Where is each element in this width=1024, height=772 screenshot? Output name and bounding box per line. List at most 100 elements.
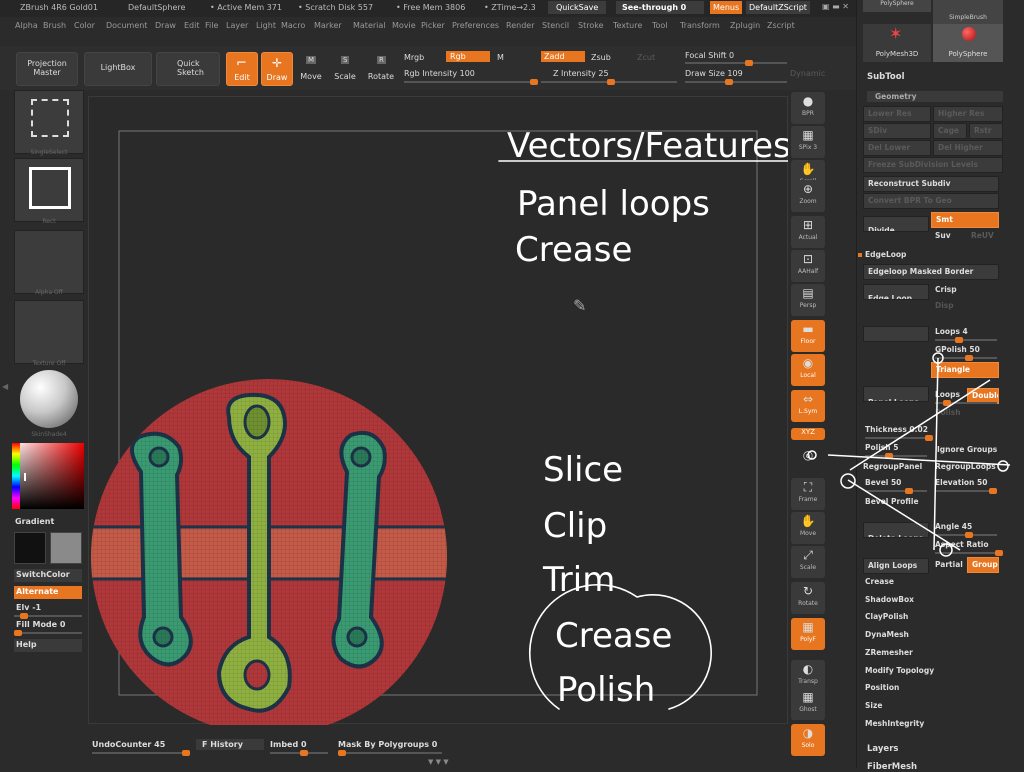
convert-bpr-button[interactable]: Convert BPR To Geo	[863, 193, 999, 209]
elv-track[interactable]	[14, 613, 82, 619]
document-canvas[interactable]: Vectors/Features Panel loops Crease Slic…	[88, 96, 842, 735]
geometry-position-subpalette[interactable]: Position	[865, 683, 899, 692]
angle-slider[interactable]: Angle 45	[935, 522, 972, 531]
suv-toggle[interactable]: Suv	[931, 229, 965, 245]
window-controls[interactable]: ▣ ▬ ✕	[822, 2, 849, 11]
slider-handle[interactable]	[965, 532, 973, 538]
mrgb-button[interactable]: Mrgb	[404, 53, 424, 62]
undo-counter-slider[interactable]: UndoCounter 45	[92, 740, 165, 749]
slider-handle[interactable]	[955, 337, 963, 343]
brush-thumbnail[interactable]	[14, 90, 84, 154]
slider-handle[interactable]	[300, 750, 308, 756]
menu-edit[interactable]: Edit	[184, 21, 200, 30]
slider-handle[interactable]	[14, 630, 22, 636]
menu-document[interactable]: Document	[106, 21, 147, 30]
menu-texture[interactable]: Texture	[613, 21, 642, 30]
shelf-frame-button[interactable]: ⛶ Frame	[791, 478, 825, 510]
ignore-groups-toggle[interactable]: Ignore Groups	[937, 445, 997, 454]
slider-handle[interactable]	[530, 79, 538, 85]
rstr-button[interactable]: Rstr	[969, 123, 1003, 139]
elevation-slider[interactable]: Elevation 50	[935, 478, 987, 487]
cage-button[interactable]: Cage	[933, 123, 967, 139]
del-higher-button[interactable]: Del Higher	[933, 140, 1003, 156]
menu-transform[interactable]: Transform	[680, 21, 720, 30]
polish-slider[interactable]: Polish 5	[865, 443, 898, 452]
loops-4-slider[interactable]: Loops 4	[935, 327, 968, 336]
draw-button[interactable]: ✛ Draw	[261, 52, 293, 86]
tool-thumb-top-1[interactable]: PolySphere	[863, 0, 931, 12]
stroke-thumbnail[interactable]	[14, 158, 84, 222]
menus-button[interactable]: Menus	[710, 1, 743, 14]
rgb-intensity-slider[interactable]: Rgb Intensity 100	[404, 69, 475, 78]
quicksave-button[interactable]: QuickSave	[548, 1, 607, 14]
gpolish-slider[interactable]: GPolish 50	[935, 345, 980, 354]
tray-slider-track[interactable]	[935, 488, 997, 494]
slider-handle[interactable]	[905, 488, 913, 494]
rotate-button[interactable]: R Rotate	[366, 52, 396, 86]
shelf-rotate-button[interactable]: ↻ Rotate	[791, 582, 825, 614]
higher-res-button[interactable]: Higher Res	[933, 106, 1003, 122]
geometry-header[interactable]: Geometry	[867, 91, 1003, 102]
main-color-swatch[interactable]	[14, 532, 46, 564]
edgeloop-masked-border-button[interactable]: Edgeloop Masked Border	[863, 264, 999, 280]
menu-preferences[interactable]: Preferences	[452, 21, 499, 30]
color-cursor[interactable]	[24, 473, 26, 481]
shelf-move-button[interactable]: ✋ Move	[791, 512, 825, 544]
tray-slider-track[interactable]	[935, 532, 997, 538]
disp-slider[interactable]: Disp	[935, 301, 954, 310]
draw-size-track[interactable]	[685, 79, 787, 85]
slider-handle[interactable]	[943, 400, 951, 406]
shelf-aahalf-button[interactable]: ⊡ AAHalf	[791, 250, 825, 282]
menu-zscript[interactable]: Zscript	[767, 21, 795, 30]
zcut-button[interactable]: Zcut	[637, 53, 655, 62]
menu-render[interactable]: Render	[506, 21, 534, 30]
mask-by-polygroups-track[interactable]	[338, 750, 442, 756]
menu-zplugin[interactable]: Zplugin	[730, 21, 760, 30]
tray-slider-track[interactable]	[935, 337, 997, 343]
menu-material[interactable]: Material	[353, 21, 386, 30]
panel-loops-button[interactable]: Panel Loops	[863, 386, 929, 402]
triangle-toggle[interactable]: Triangle	[931, 362, 999, 378]
edit-button[interactable]: ⌐ Edit	[226, 52, 258, 86]
menu-stroke[interactable]: Stroke	[578, 21, 604, 30]
edge-loop-button[interactable]: Edge Loop	[863, 284, 929, 300]
menu-brush[interactable]: Brush	[43, 21, 66, 30]
switch-color-button[interactable]: SwitchColor	[14, 569, 82, 582]
rgb-button[interactable]: Rgb	[446, 51, 490, 62]
m-button[interactable]: M	[497, 53, 504, 62]
fill-mode-slider[interactable]: Fill Mode 0	[16, 620, 65, 629]
quick-sketch-button[interactable]: Quick Sketch	[156, 52, 220, 86]
aspect-ratio-slider[interactable]: Aspect Ratio	[935, 540, 989, 549]
subtool-menu[interactable]: SubTool	[867, 72, 905, 82]
see-through-slider[interactable]: See-through 0	[616, 1, 704, 14]
groups-toggle[interactable]: Groups	[967, 557, 999, 573]
move-button[interactable]: M Move	[296, 52, 326, 86]
gradient-label[interactable]: Gradient	[15, 517, 54, 526]
tray-slider-track[interactable]	[935, 400, 997, 406]
lightbox-button[interactable]: LightBox	[84, 52, 152, 86]
polymesh3d-tool[interactable]: ✶ PolyMesh3D	[863, 24, 931, 62]
expand-left-arrow-icon[interactable]: ◀	[2, 382, 8, 391]
partial-toggle[interactable]: Partial	[935, 560, 963, 569]
shelf-local-button[interactable]: ◉ Local	[791, 354, 825, 386]
tray-slider-track[interactable]	[865, 488, 927, 494]
draw-size-slider[interactable]: Draw Size 109	[685, 69, 743, 78]
slider-handle[interactable]	[989, 488, 997, 494]
imbed-slider[interactable]: Imbed 0	[270, 740, 307, 749]
elv-slider[interactable]: Elv -1	[16, 603, 41, 612]
polysphere-tool[interactable]: PolySphere	[933, 24, 1003, 62]
menu-alpha[interactable]: Alpha	[15, 21, 38, 30]
loops-slider[interactable]: Loops	[935, 390, 960, 399]
shelf-scale-button[interactable]: ⤢ Scale	[791, 546, 825, 578]
fill-mode-track[interactable]	[14, 630, 82, 636]
default-zscript-button[interactable]: DefaultZScript	[746, 1, 810, 14]
reconstruct-subdiv-button[interactable]: Reconstruct Subdiv	[863, 176, 999, 192]
shelf-zoom-button[interactable]: ⊕ Zoom	[791, 180, 825, 212]
layers-menu[interactable]: Layers	[867, 744, 898, 754]
sphere-model[interactable]	[89, 377, 489, 735]
menu-color[interactable]: Color	[74, 21, 95, 30]
geometry-shadowbox-subpalette[interactable]: ShadowBox	[865, 595, 914, 604]
tray-slider-track[interactable]	[935, 550, 1003, 556]
dynamic-button[interactable]: Dynamic	[790, 69, 825, 78]
zsub-button[interactable]: Zsub	[591, 53, 611, 62]
